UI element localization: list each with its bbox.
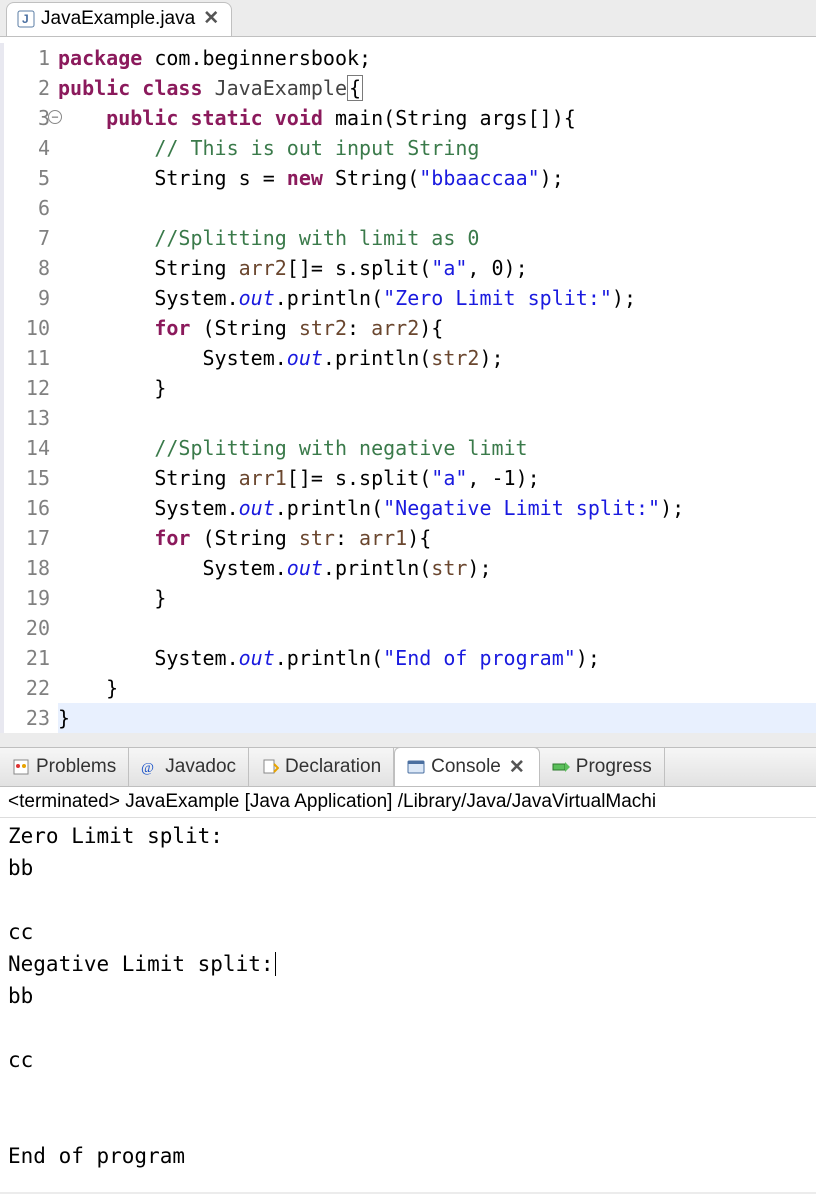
tab-problems-label: Problems <box>36 756 116 778</box>
line-number: 19 <box>4 583 50 613</box>
line-number: 18 <box>4 553 50 583</box>
code-line[interactable]: } <box>58 703 816 733</box>
line-number: 2 <box>4 73 50 103</box>
code-line[interactable]: } <box>58 373 816 403</box>
code-line[interactable]: String arr1[]= s.split("a", -1); <box>58 463 816 493</box>
code-line[interactable]: System.out.println("Negative Limit split… <box>58 493 816 523</box>
code-line[interactable]: System.out.println("End of program"); <box>58 643 816 673</box>
code-line[interactable] <box>58 403 816 433</box>
fold-toggle-icon[interactable]: − <box>48 110 62 124</box>
console-icon <box>407 758 425 776</box>
line-number: 7 <box>4 223 50 253</box>
close-console-icon[interactable]: ✕ <box>507 756 527 779</box>
tab-javadoc[interactable]: @ Javadoc <box>129 748 249 786</box>
tab-javadoc-label: Javadoc <box>165 756 236 778</box>
code-line[interactable]: System.out.println(str2); <box>58 343 816 373</box>
line-number: 15 <box>4 463 50 493</box>
code-line[interactable]: public static void main(String args[]){ <box>58 103 816 133</box>
line-number: 1 <box>4 43 50 73</box>
tab-console[interactable]: Console ✕ <box>394 747 540 786</box>
code-body[interactable]: package com.beginnersbook;public class J… <box>58 43 816 733</box>
line-number: 21 <box>4 643 50 673</box>
code-line[interactable] <box>58 193 816 223</box>
tab-progress-label: Progress <box>576 756 652 778</box>
line-number: 13 <box>4 403 50 433</box>
declaration-icon <box>261 758 279 776</box>
line-number: 10 <box>4 313 50 343</box>
editor-pane[interactable]: 123−4567891011121314151617181920212223 p… <box>0 37 816 733</box>
console-header: <terminated> JavaExample [Java Applicati… <box>0 787 816 818</box>
editor-tab-label: JavaExample.java <box>41 8 195 30</box>
code-line[interactable]: package com.beginnersbook; <box>58 43 816 73</box>
bottom-tab-bar: Problems @ Javadoc Declaration Console ✕… <box>0 747 816 787</box>
code-line[interactable]: public class JavaExample{ <box>58 73 816 103</box>
line-number: 9 <box>4 283 50 313</box>
java-file-icon: J <box>17 10 35 28</box>
tab-declaration[interactable]: Declaration <box>249 748 394 786</box>
line-number: 6 <box>4 193 50 223</box>
code-line[interactable] <box>58 613 816 643</box>
line-number: 4 <box>4 133 50 163</box>
problems-icon <box>12 758 30 776</box>
code-line[interactable]: for (String str2: arr2){ <box>58 313 816 343</box>
javadoc-icon: @ <box>141 758 159 776</box>
code-line[interactable]: // This is out input String <box>58 133 816 163</box>
line-number: 3− <box>4 103 50 133</box>
code-line[interactable]: for (String str: arr1){ <box>58 523 816 553</box>
editor-tab-bar: J JavaExample.java ✕ <box>0 0 816 37</box>
svg-text:@: @ <box>141 761 154 776</box>
tab-declaration-label: Declaration <box>285 756 381 778</box>
svg-text:J: J <box>22 12 29 26</box>
code-line[interactable]: String s = new String("bbaaccaa"); <box>58 163 816 193</box>
progress-icon <box>552 758 570 776</box>
line-number: 22 <box>4 673 50 703</box>
editor-tab-active[interactable]: J JavaExample.java ✕ <box>6 2 232 36</box>
code-line[interactable]: System.out.println("Zero Limit split:"); <box>58 283 816 313</box>
code-line[interactable]: //Splitting with limit as 0 <box>58 223 816 253</box>
line-number: 8 <box>4 253 50 283</box>
tab-problems[interactable]: Problems <box>0 748 129 786</box>
line-number: 23 <box>4 703 50 733</box>
code-line[interactable]: } <box>58 673 816 703</box>
line-number-gutter: 123−4567891011121314151617181920212223 <box>0 43 58 733</box>
line-number: 17 <box>4 523 50 553</box>
line-number: 16 <box>4 493 50 523</box>
console-output[interactable]: Zero Limit split: bb cc Negative Limit s… <box>0 818 816 1192</box>
line-number: 20 <box>4 613 50 643</box>
line-number: 14 <box>4 433 50 463</box>
line-number: 5 <box>4 163 50 193</box>
tab-console-label: Console <box>431 756 501 778</box>
code-line[interactable]: //Splitting with negative limit <box>58 433 816 463</box>
tab-progress[interactable]: Progress <box>540 748 665 786</box>
code-line[interactable]: String arr2[]= s.split("a", 0); <box>58 253 816 283</box>
line-number: 12 <box>4 373 50 403</box>
code-line[interactable]: } <box>58 583 816 613</box>
close-tab-icon[interactable]: ✕ <box>201 7 221 30</box>
code-line[interactable]: System.out.println(str); <box>58 553 816 583</box>
line-number: 11 <box>4 343 50 373</box>
